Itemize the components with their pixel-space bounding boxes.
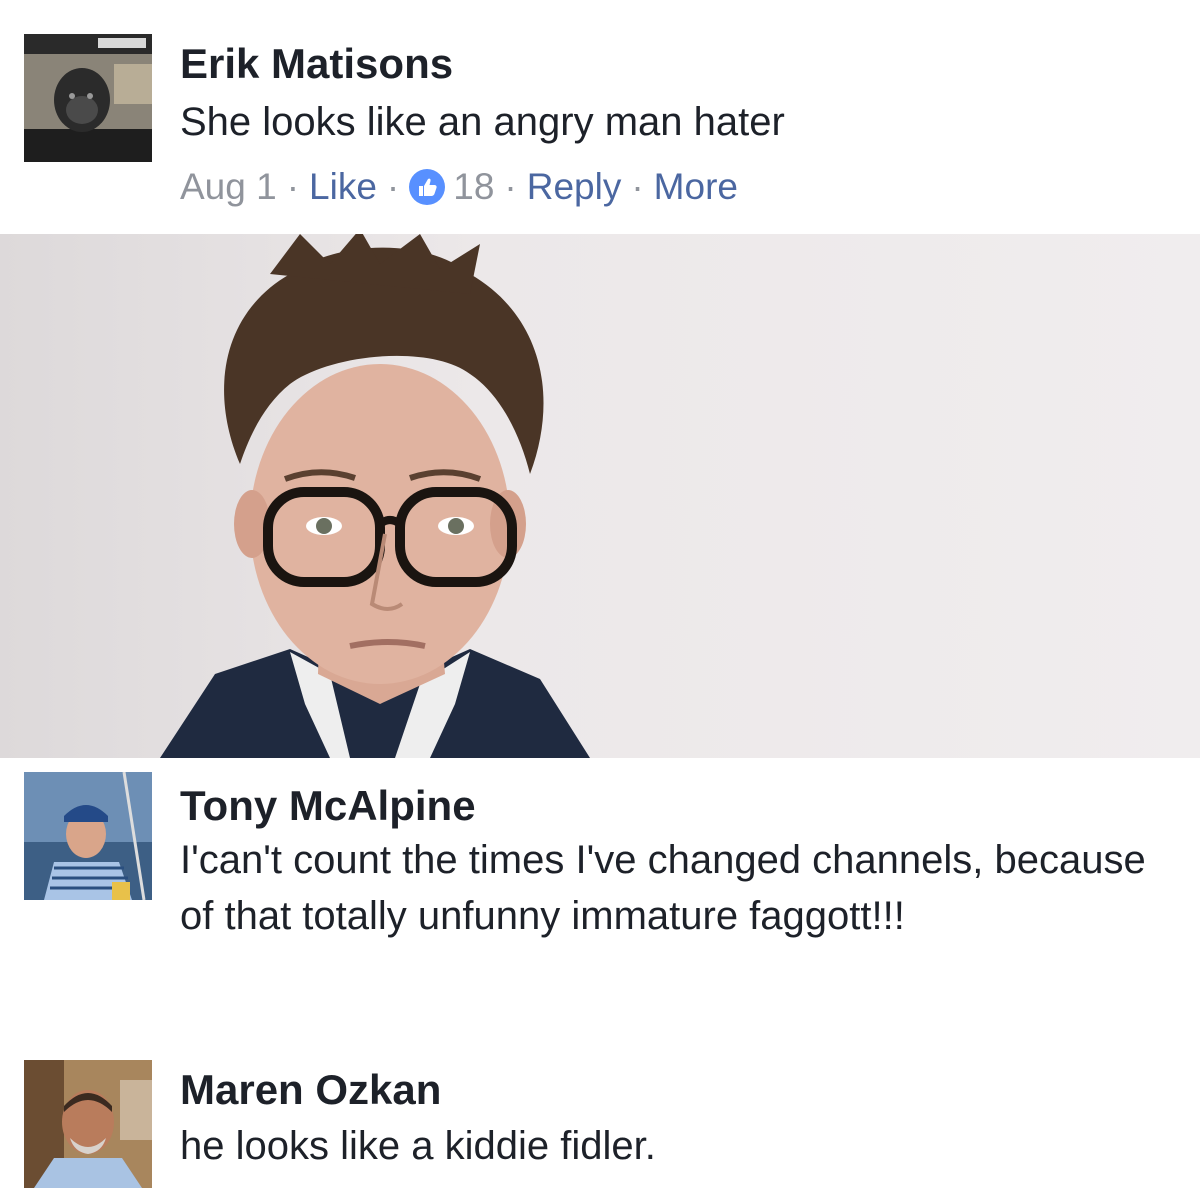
comment-actions: Aug 1 · Like · 18 · Reply · More	[180, 166, 738, 208]
separator: ·	[504, 166, 517, 207]
like-count[interactable]: 18	[453, 166, 494, 208]
comment-text: I'can't count the times I've changed cha…	[180, 838, 1146, 938]
avatar[interactable]	[24, 772, 152, 900]
like-link[interactable]: Like	[309, 166, 377, 208]
portrait-photo[interactable]	[0, 234, 1200, 758]
comment-text: he looks like a kiddie fidler.	[180, 1124, 656, 1168]
separator: ·	[631, 166, 644, 207]
comment: Maren Ozkan he looks like a kiddie fidle…	[0, 1048, 1200, 1200]
portrait-image	[160, 234, 590, 758]
comment-text: She looks like an angry man hater	[180, 100, 785, 144]
comment: Erik Matisons She looks like an angry ma…	[0, 0, 1200, 234]
avatar-image	[24, 34, 152, 162]
comment-author[interactable]: Tony McAlpine	[180, 782, 476, 830]
avatar-image	[24, 1060, 152, 1188]
thumbs-up-icon[interactable]	[409, 169, 446, 205]
more-link[interactable]: More	[654, 166, 738, 208]
avatar[interactable]	[24, 34, 152, 162]
comment: Tony McAlpine I'can't count the times I'…	[0, 758, 1200, 1048]
comment-date[interactable]: Aug 1	[180, 166, 277, 208]
avatar-image	[24, 772, 152, 900]
separator: ·	[386, 166, 400, 207]
avatar[interactable]	[24, 1060, 152, 1188]
separator: ·	[286, 166, 300, 207]
reply-link[interactable]: Reply	[527, 166, 622, 208]
comment-author[interactable]: Erik Matisons	[180, 40, 453, 88]
comment-author[interactable]: Maren Ozkan	[180, 1066, 441, 1114]
